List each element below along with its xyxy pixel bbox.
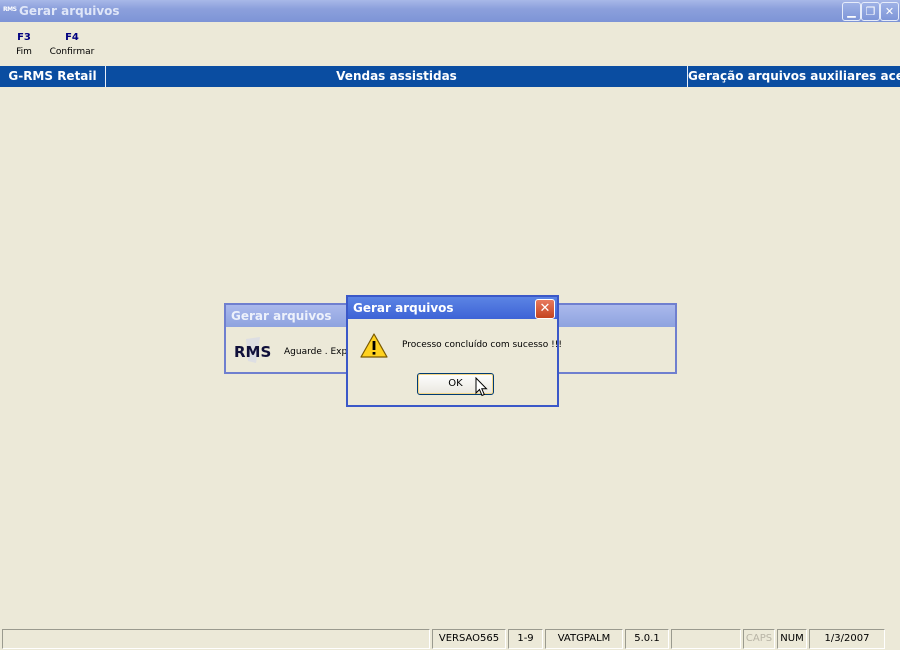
close-window-button[interactable]: ✕ xyxy=(880,2,899,21)
fim-button[interactable]: F3 Fim xyxy=(12,32,36,57)
message-box-title[interactable]: Gerar arquivos xyxy=(348,297,557,319)
fim-key: F3 xyxy=(17,32,31,43)
header-bar: G-RMS Retail Vendas assistidas Geração a… xyxy=(0,66,900,87)
toolbar: F3 Fim F4 Confirmar xyxy=(0,22,900,64)
rms-logo: RMS xyxy=(234,335,278,365)
status-range: 1-9 xyxy=(508,629,543,649)
status-date: 1/3/2007 xyxy=(809,629,885,649)
restore-icon: ❐ xyxy=(865,5,876,18)
status-build: 5.0.1 xyxy=(625,629,669,649)
minimize-button[interactable]: ▁ xyxy=(842,2,861,21)
status-program: VATGPALM xyxy=(545,629,623,649)
app-icon: RMS xyxy=(3,6,17,13)
close-icon: ✕ xyxy=(539,301,551,316)
message-box: Gerar arquivos ✕ Processo concluído com … xyxy=(346,295,562,407)
confirmar-label: Confirmar xyxy=(49,47,95,57)
header-system: G-RMS Retail xyxy=(8,69,97,83)
status-version: VERSAO565 xyxy=(432,629,506,649)
status-num: NUM xyxy=(777,629,807,649)
confirmar-button[interactable]: F4 Confirmar xyxy=(48,32,96,57)
warning-icon xyxy=(360,333,388,359)
close-icon: ✕ xyxy=(884,5,895,18)
message-text: Processo concluído com sucesso !!! xyxy=(402,340,562,350)
restore-button[interactable]: ❐ xyxy=(861,2,880,21)
confirmar-key: F4 xyxy=(65,32,79,43)
window-title-bar[interactable]: RMS Gerar arquivos ▁ ❐ ✕ xyxy=(0,0,900,22)
window-title: Gerar arquivos xyxy=(19,4,120,18)
progress-message: Aguarde . Expo xyxy=(284,347,353,357)
mouse-cursor-icon xyxy=(475,376,489,397)
fim-label: Fim xyxy=(16,47,32,57)
status-bar: VERSAO565 1-9 VATGPALM 5.0.1 CAPS NUM 1/… xyxy=(0,628,900,650)
header-function: Geração arquivos auxiliares acesso xyxy=(688,69,900,83)
status-caps: CAPS xyxy=(743,629,775,649)
message-box-close-button[interactable]: ✕ xyxy=(535,299,555,319)
minimize-icon: ▁ xyxy=(847,5,856,18)
status-message xyxy=(2,629,430,649)
header-module: Vendas assistidas xyxy=(336,69,457,83)
status-empty xyxy=(671,629,741,649)
rms-logo-text: RMS xyxy=(234,343,271,361)
